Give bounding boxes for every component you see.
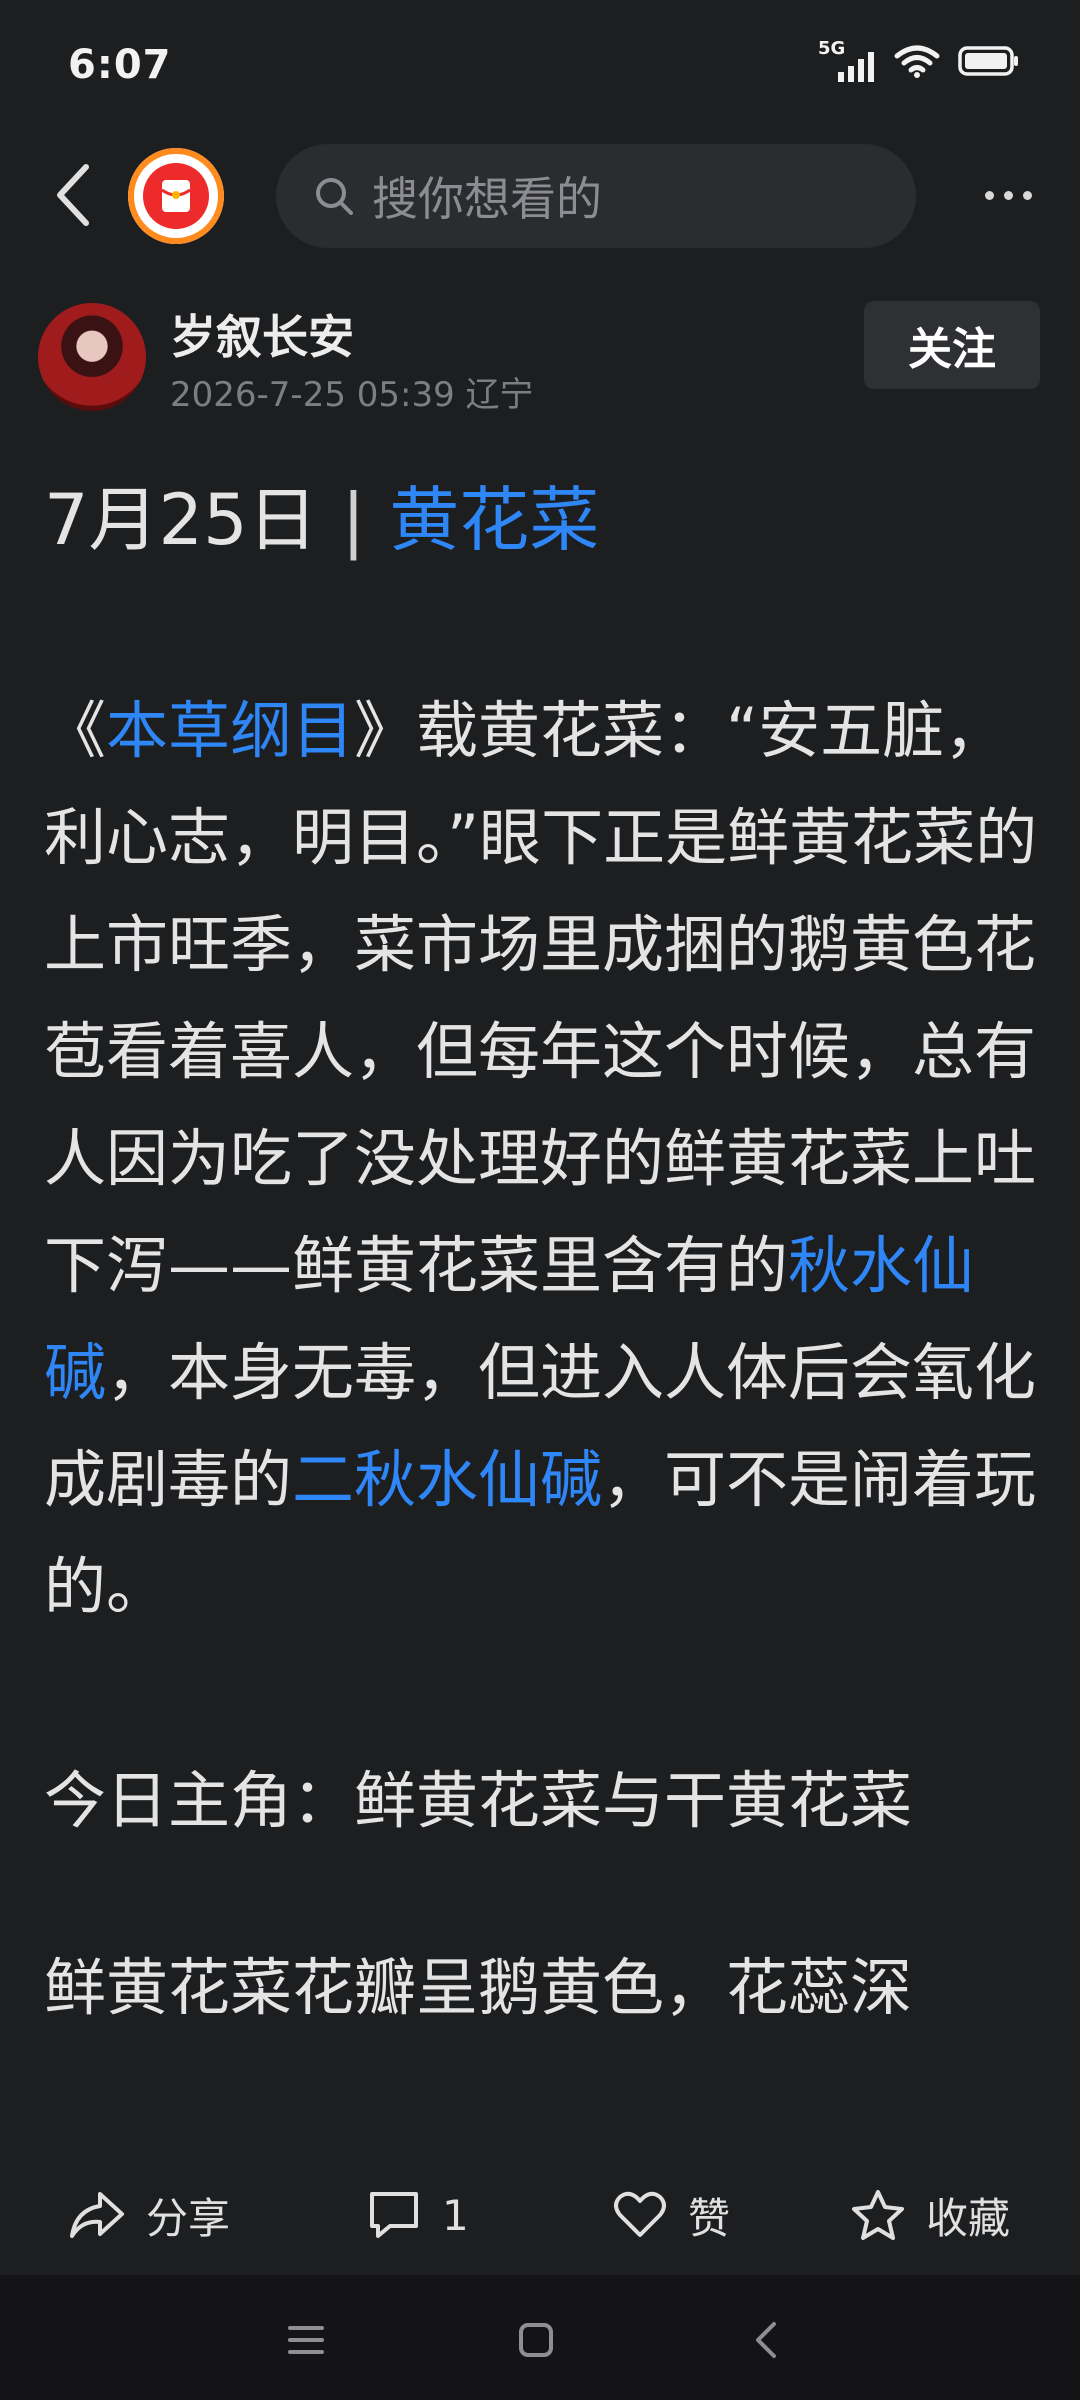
comment-count: 1 xyxy=(442,2190,469,2240)
nav-menu-button[interactable] xyxy=(276,2315,336,2365)
star-icon xyxy=(852,2190,904,2240)
more-dot-icon xyxy=(984,190,994,200)
paragraph-partial: 鲜黄花菜花瓣呈鹅黄色，花蕊深 xyxy=(44,1951,913,2024)
follow-button[interactable]: 关注 xyxy=(864,301,1040,389)
more-dot-icon xyxy=(1003,190,1013,200)
topic-link[interactable]: 黄花菜 xyxy=(389,479,599,561)
author-name[interactable]: 岁叙长安 xyxy=(170,301,354,367)
share-label: 分享 xyxy=(146,2193,231,2243)
author-avatar[interactable] xyxy=(38,303,146,411)
article-title: 7月25日 | 黄花菜 xyxy=(44,470,1044,570)
system-nav-bar xyxy=(0,2275,1080,2400)
collect-button[interactable]: 收藏 xyxy=(850,2178,1010,2252)
paragraph-text: 载黄花菜：“安五脏，利心志，明目。”眼下正是鲜黄花菜的上市旺季，菜市场里成捆的鹅… xyxy=(44,694,1038,1302)
top-bar: 搜你想看的 xyxy=(0,130,1080,260)
like-button[interactable]: 赞 xyxy=(612,2178,730,2252)
nav-home-button[interactable] xyxy=(506,2315,566,2365)
back-arrow-icon xyxy=(57,164,89,226)
back-button[interactable] xyxy=(40,160,104,230)
title-separator: | xyxy=(341,479,366,561)
status-bar: 6:07 5G xyxy=(0,0,1080,130)
red-packet-icon xyxy=(143,163,209,229)
post-meta: 2026-7-25 05:39 辽宁 xyxy=(170,375,534,415)
menu-icon xyxy=(288,2326,324,2354)
book-bracket-close: 》 xyxy=(354,694,417,767)
collect-label: 收藏 xyxy=(926,2193,1011,2243)
share-button[interactable]: 分享 xyxy=(68,2178,230,2252)
more-dot-icon xyxy=(1022,190,1032,200)
paragraph-heading: 今日主角：鲜黄花菜与干黄花菜 xyxy=(44,1764,913,1837)
paragraph-intro: 《本草纲目》载黄花菜：“安五脏，利心志，明目。”眼下正是鲜黄花菜的上市旺季，菜市… xyxy=(44,677,1044,1640)
book-link[interactable]: 本草纲目 xyxy=(106,694,354,767)
more-options-button[interactable] xyxy=(968,170,1048,220)
share-icon xyxy=(70,2192,124,2238)
heart-icon xyxy=(614,2191,666,2237)
comment-icon xyxy=(370,2192,418,2238)
search-placeholder: 搜你想看的 xyxy=(372,172,602,226)
title-date: 7月25日 xyxy=(44,479,318,561)
wifi-icon xyxy=(894,44,940,82)
nav-back-icon xyxy=(756,2322,776,2358)
status-time: 6:07 xyxy=(68,42,172,88)
term-link-dicolchicine[interactable]: 二秋水仙碱 xyxy=(292,1443,602,1516)
nav-back-button[interactable] xyxy=(736,2315,796,2365)
search-icon xyxy=(316,178,353,215)
battery-icon xyxy=(958,45,1020,81)
home-square-icon xyxy=(519,2323,553,2357)
signal-5g-icon: 5G xyxy=(818,38,876,82)
author-row: 岁叙长安 2026-7-25 05:39 辽宁 关注 xyxy=(0,295,1080,415)
book-bracket-open: 《 xyxy=(44,694,107,767)
search-box[interactable]: 搜你想看的 xyxy=(276,144,916,248)
comment-button[interactable]: 1 xyxy=(366,2178,469,2252)
like-label: 赞 xyxy=(688,2193,731,2243)
status-icons: 5G xyxy=(818,38,1020,82)
action-bar: 分享 1 赞 收藏 xyxy=(0,2160,1080,2270)
article-body: 7月25日 | 黄花菜 《本草纲目》载黄花菜：“安五脏，利心志，明目。”眼下正是鲜黄… xyxy=(44,440,1044,2140)
red-packet-button[interactable] xyxy=(128,148,224,244)
